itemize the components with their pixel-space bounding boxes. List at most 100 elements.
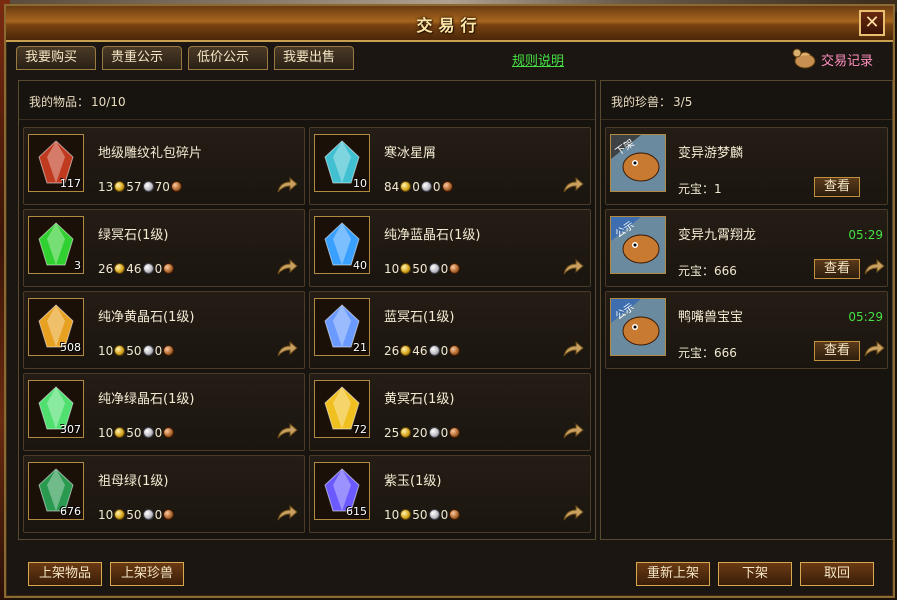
gold-coin-icon: [400, 263, 412, 274]
copper-amount: 0: [432, 180, 441, 194]
trade-window: 交易行 ✕ 我要购买 贵重公示 低价公示 我要出售 规则说明 交易记录 我的物品…: [4, 4, 895, 598]
copper-amount: 0: [154, 426, 163, 440]
item-slot[interactable]: 508 纯净黄晶石(1级) 10 50 0: [23, 291, 305, 369]
my-items-label: 我的物品：: [29, 95, 90, 109]
silver-coin-icon: [142, 263, 154, 274]
my-pets-header: 我的珍兽： 3/5: [609, 93, 692, 110]
retrieve-button[interactable]: 取回: [800, 562, 874, 586]
green-gem-icon[interactable]: 3: [28, 216, 84, 274]
gold-coin-icon: [400, 345, 412, 356]
pet-status-badge: 下架: [613, 137, 637, 159]
view-pet-button[interactable]: 查看: [814, 341, 860, 361]
copper-coin-icon: [163, 263, 175, 274]
fish-pet-icon[interactable]: 下架: [610, 134, 666, 192]
item-slot[interactable]: 3 绿冥石(1级) 26 46 0: [23, 209, 305, 287]
item-slot[interactable]: 676 祖母绿(1级) 10 50 0: [23, 455, 305, 533]
tab-sell[interactable]: 我要出售: [274, 46, 354, 70]
share-arrow-icon[interactable]: [562, 340, 584, 358]
blue-crystal-icon[interactable]: 40: [314, 216, 370, 274]
ingot-amount: 666: [714, 264, 737, 278]
gift-box-icon[interactable]: 117: [28, 134, 84, 192]
platypus-pet-icon[interactable]: 公示: [610, 298, 666, 356]
share-arrow-icon[interactable]: [863, 340, 885, 358]
trade-records-button[interactable]: 交易记录: [791, 46, 883, 72]
ingot-label: 元宝：: [678, 346, 715, 360]
share-arrow-icon[interactable]: [276, 422, 298, 440]
silver-coin-icon: [142, 181, 154, 192]
gold-coin-icon: [114, 263, 126, 274]
item-name: 蓝冥石(1级): [384, 310, 455, 325]
pet-timer: 05:29: [848, 310, 883, 324]
pet-slot[interactable]: 公示 鸭嘴兽宝宝 05:29 元宝：666 查看: [605, 291, 888, 369]
copper-coin-icon: [449, 509, 461, 520]
jade-ring-icon[interactable]: 676: [28, 462, 84, 520]
dragon-pet-icon[interactable]: 公示: [610, 216, 666, 274]
share-arrow-icon[interactable]: [276, 504, 298, 522]
divider: [19, 119, 595, 120]
title-bar[interactable]: 交易行 ✕: [6, 6, 893, 42]
share-arrow-icon[interactable]: [562, 422, 584, 440]
yellow-crystal-icon[interactable]: 508: [28, 298, 84, 356]
gold-amount: 26: [98, 262, 114, 276]
item-quantity: 40: [353, 259, 367, 272]
item-slot[interactable]: 10 寒冰星屑 84 0 0: [309, 127, 591, 205]
share-arrow-icon[interactable]: [562, 504, 584, 522]
gold-coin-icon: [114, 345, 126, 356]
copper-coin-icon: [441, 181, 453, 192]
tab-valuable-notice[interactable]: 贵重公示: [102, 46, 182, 70]
silver-amount: 0: [412, 180, 420, 194]
share-arrow-icon[interactable]: [276, 340, 298, 358]
silver-coin-icon: [428, 345, 440, 356]
item-slot[interactable]: 117 地级雕纹礼包碎片 13 57 70: [23, 127, 305, 205]
item-slot[interactable]: 307 纯净绿晶石(1级) 10 50 0: [23, 373, 305, 451]
gold-amount: 10: [384, 262, 400, 276]
gold-amount: 13: [98, 180, 114, 194]
share-arrow-icon[interactable]: [562, 176, 584, 194]
item-name: 纯净黄晶石(1级): [98, 310, 195, 325]
pet-status-badge: 公示: [613, 301, 637, 323]
copper-amount: 70: [154, 180, 170, 194]
rules-link[interactable]: 规则说明: [512, 50, 564, 69]
ice-stardust-icon[interactable]: 10: [314, 134, 370, 192]
silver-coin-icon: [428, 509, 440, 520]
list-item-button[interactable]: 上架物品: [28, 562, 102, 586]
item-quantity: 307: [60, 423, 81, 436]
copper-amount: 0: [154, 344, 163, 358]
green-crystal-icon[interactable]: 307: [28, 380, 84, 438]
money-bag-icon: [792, 48, 816, 69]
item-quantity: 3: [74, 259, 81, 272]
view-pet-button[interactable]: 查看: [814, 259, 860, 279]
item-slot[interactable]: 72 黄冥石(1级) 25 20 0: [309, 373, 591, 451]
yellow-gem-icon[interactable]: 72: [314, 380, 370, 438]
tab-lowprice-notice[interactable]: 低价公示: [188, 46, 268, 70]
ingot-label: 元宝：: [678, 182, 715, 196]
item-slot[interactable]: 615 紫玉(1级) 10 50 0: [309, 455, 591, 533]
pet-name: 变异游梦麟: [678, 146, 744, 161]
share-arrow-icon[interactable]: [562, 258, 584, 276]
list-pet-button[interactable]: 上架珍兽: [110, 562, 184, 586]
my-pets-count: 3/5: [673, 95, 693, 109]
relist-button[interactable]: 重新上架: [636, 562, 710, 586]
tab-buy[interactable]: 我要购买: [16, 46, 96, 70]
delist-button[interactable]: 下架: [718, 562, 792, 586]
purple-jade-icon[interactable]: 615: [314, 462, 370, 520]
item-price: 10 50 0: [98, 426, 175, 440]
close-button[interactable]: ✕: [859, 10, 885, 36]
gold-amount: 25: [384, 426, 400, 440]
pet-slot[interactable]: 下架 变异游梦麟 元宝：1 查看: [605, 127, 888, 205]
silver-amount: 57: [126, 180, 142, 194]
item-quantity: 615: [346, 505, 367, 518]
item-slot[interactable]: 21 蓝冥石(1级) 26 46 0: [309, 291, 591, 369]
view-pet-button[interactable]: 查看: [814, 177, 860, 197]
silver-amount: 50: [126, 508, 142, 522]
blue-gem-icon[interactable]: 21: [314, 298, 370, 356]
pet-slot[interactable]: 公示 变异九霄翔龙 05:29 元宝：666 查看: [605, 209, 888, 287]
share-arrow-icon[interactable]: [276, 176, 298, 194]
share-arrow-icon[interactable]: [276, 258, 298, 276]
item-slot[interactable]: 40 纯净蓝晶石(1级) 10 50 0: [309, 209, 591, 287]
pet-price: 元宝：666: [678, 262, 737, 279]
silver-coin-icon: [428, 263, 440, 274]
copper-coin-icon: [163, 509, 175, 520]
share-arrow-icon[interactable]: [863, 258, 885, 276]
item-name: 紫玉(1级): [384, 474, 442, 489]
